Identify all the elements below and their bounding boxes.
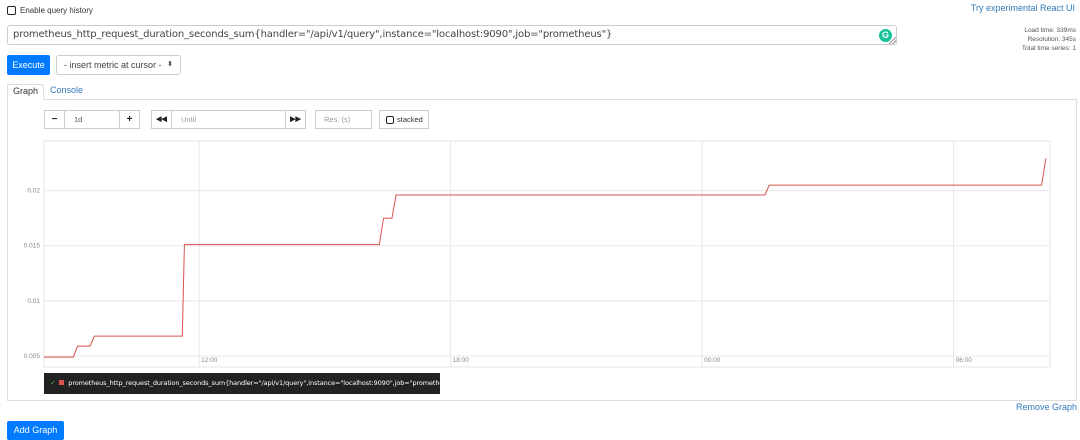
series-line (44, 158, 1047, 358)
chart-axes: 0.005 0.01 0.015 0.02 12:00 18:00 00:00 06:00 (24, 188, 973, 364)
plot-area (43, 140, 1051, 368)
y-tick-label: 0.02 (27, 188, 40, 195)
chart-series (44, 158, 1047, 358)
x-tick-label: 06:00 (956, 357, 973, 364)
chart-legend[interactable]: ✓ prometheus_http_request_duration_secon… (44, 373, 458, 394)
legend-check-icon: ✓ (50, 379, 56, 387)
y-tick-label: 0.015 (24, 243, 41, 250)
legend-label: prometheus_http_request_duration_seconds… (68, 379, 458, 387)
legend-swatch (59, 380, 65, 385)
x-tick-label: 12:00 (201, 357, 218, 364)
y-tick-label: 0.01 (27, 298, 40, 305)
x-tick-label: 00:00 (704, 357, 721, 364)
chart-grid (43, 140, 1051, 368)
y-tick-label: 0.005 (24, 353, 41, 360)
add-graph-button[interactable]: Add Graph (7, 421, 64, 440)
x-tick-label: 18:00 (453, 357, 470, 364)
remove-graph-link[interactable]: Remove Graph (1016, 402, 1077, 412)
